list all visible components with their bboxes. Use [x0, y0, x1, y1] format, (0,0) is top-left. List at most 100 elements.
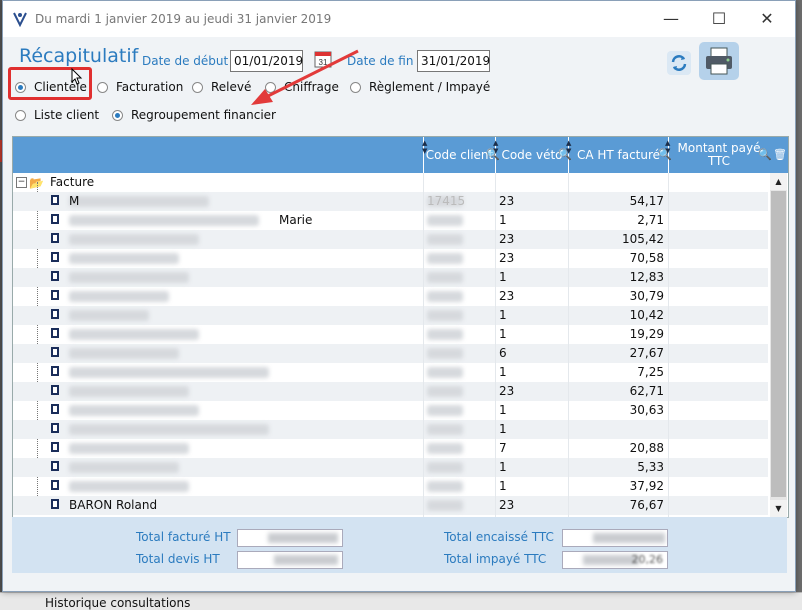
total-devis-label: Total devis HT — [136, 552, 220, 566]
code-veto: 1 — [499, 213, 507, 227]
document-icon — [51, 480, 59, 490]
collapse-icon[interactable]: − — [16, 177, 27, 188]
redacted-name — [69, 367, 269, 378]
radio-label: Regroupement financier — [131, 108, 276, 122]
group-row[interactable]: − 📂 Facture — [13, 173, 768, 192]
ca-ht-facture: 5,33 — [637, 460, 664, 474]
table-row[interactable]: 7 20,88 — [13, 439, 768, 458]
ca-ht-facture: 54,17 — [629, 194, 664, 208]
table-row[interactable]: 1 30,63 — [13, 401, 768, 420]
radio-reglement-impaye[interactable]: Règlement / Impayé — [350, 80, 490, 94]
column-header-montant-paye[interactable]: Montant payé TTC — [668, 137, 769, 173]
page-title: Récapitulatif — [19, 45, 139, 67]
code-veto: 1 — [499, 327, 507, 341]
redacted-code — [427, 443, 463, 454]
ca-ht-facture: 20,88 — [629, 441, 664, 455]
table-row[interactable]: 1 7,25 — [13, 363, 768, 382]
table-row[interactable]: 23 30,79 — [13, 287, 768, 306]
table-row[interactable]: 1 — [13, 420, 768, 439]
table-row[interactable]: 1 10,42 — [13, 306, 768, 325]
redacted-code — [427, 367, 463, 378]
table-row[interactable]: 1 37,92 — [13, 477, 768, 496]
start-date-field[interactable]: 01/01/2019 — [230, 50, 303, 72]
code-veto: 7 — [499, 441, 507, 455]
maximize-button[interactable]: ☐ — [703, 7, 735, 31]
radio-releve[interactable]: Relevé — [192, 80, 251, 94]
code-veto: 23 — [499, 384, 515, 398]
recap-window: Du mardi 1 janvier 2019 au jeudi 31 janv… — [2, 0, 796, 592]
redacted-name — [69, 443, 189, 454]
table-row[interactable]: 23 105,42 — [13, 230, 768, 249]
window-title: Du mardi 1 janvier 2019 au jeudi 31 janv… — [35, 12, 332, 26]
redacted-code — [427, 462, 463, 473]
code-veto: 1 — [499, 308, 507, 322]
table-row[interactable]: Marie 1 2,71 — [13, 211, 768, 230]
minimize-button[interactable]: — — [655, 7, 687, 31]
column-separator — [423, 173, 424, 517]
document-icon — [51, 290, 59, 300]
redacted-name — [69, 253, 179, 264]
redacted-name — [69, 272, 189, 283]
end-date-field[interactable]: 31/01/2019 — [417, 50, 490, 72]
search-icon[interactable]: 🔍 — [758, 148, 772, 161]
mouse-cursor-icon — [71, 68, 83, 85]
total-encaisse-label: Total encaissé TTC — [444, 530, 554, 544]
redacted-code — [427, 253, 463, 264]
ca-ht-facture: 30,79 — [629, 289, 664, 303]
close-button[interactable]: ✕ — [751, 7, 783, 31]
printer-icon — [706, 47, 732, 75]
table-row[interactable]: BARON Roland 23 76,67 — [13, 496, 768, 515]
delete-icon[interactable]: 🗑 — [773, 148, 787, 161]
search-icon[interactable]: 🔍 — [658, 148, 672, 161]
client-name: M — [69, 194, 80, 208]
redacted-code — [427, 424, 463, 435]
ca-ht-facture: 12,83 — [629, 270, 664, 284]
radio-regroupement-financier[interactable]: Regroupement financier — [112, 108, 276, 122]
table-row[interactable]: 1 19,29 — [13, 325, 768, 344]
code-veto: 23 — [499, 498, 515, 512]
radio-label: Liste client — [34, 108, 100, 122]
table-row[interactable]: 6 27,67 — [13, 344, 768, 363]
ca-ht-facture: 7,25 — [637, 365, 664, 379]
document-icon — [51, 442, 59, 452]
redacted-name — [69, 215, 259, 226]
search-icon[interactable]: 🔍 — [486, 148, 500, 161]
radio-chiffrage[interactable]: Chiffrage — [265, 80, 339, 94]
code-veto: 1 — [499, 365, 507, 379]
document-icon — [51, 195, 59, 205]
table-row[interactable]: 23 62,71 — [13, 382, 768, 401]
total-impaye-label: Total impayé TTC — [444, 552, 547, 566]
refresh-button[interactable] — [667, 51, 691, 75]
redacted-name — [69, 462, 179, 473]
search-icon[interactable]: 🔍 — [558, 148, 572, 161]
table-row[interactable]: M 17415 23 54,17 — [13, 192, 768, 211]
ca-ht-facture: 10,42 — [629, 308, 664, 322]
redacted-name — [69, 424, 269, 435]
scroll-up-icon[interactable]: ▲ — [770, 173, 787, 190]
client-name: BARON Roland — [69, 498, 158, 512]
redacted-code — [427, 500, 463, 511]
redacted-name — [69, 386, 189, 397]
vertical-scrollbar[interactable]: ▲ ▼ — [770, 173, 787, 517]
ca-ht-facture: 76,67 — [629, 498, 664, 512]
radio-label: Facturation — [116, 80, 184, 94]
table-row[interactable]: 23 70,58 — [13, 249, 768, 268]
scroll-thumb[interactable] — [771, 191, 786, 497]
column-header-ca-ht[interactable]: CA HT facturé — [568, 137, 668, 173]
document-icon — [51, 423, 59, 433]
radio-liste-client[interactable]: Liste client — [15, 108, 99, 122]
scroll-down-icon[interactable]: ▼ — [770, 500, 787, 517]
sort-icon[interactable]: ▲ ▼ — [422, 139, 427, 155]
column-separator — [495, 173, 496, 517]
column-header-code-client[interactable]: Code client — [423, 137, 495, 173]
table-row[interactable]: 1 12,83 — [13, 268, 768, 287]
table-row[interactable]: 1 5,33 — [13, 458, 768, 477]
document-icon — [51, 233, 59, 243]
document-icon — [51, 271, 59, 281]
code-veto: 1 — [499, 270, 507, 284]
calendar-icon[interactable]: 31 — [314, 50, 332, 68]
ca-ht-facture: 27,67 — [629, 346, 664, 360]
radio-facturation[interactable]: Facturation — [97, 80, 183, 94]
print-button[interactable] — [699, 42, 739, 80]
ca-ht-facture: 70,58 — [629, 251, 664, 265]
